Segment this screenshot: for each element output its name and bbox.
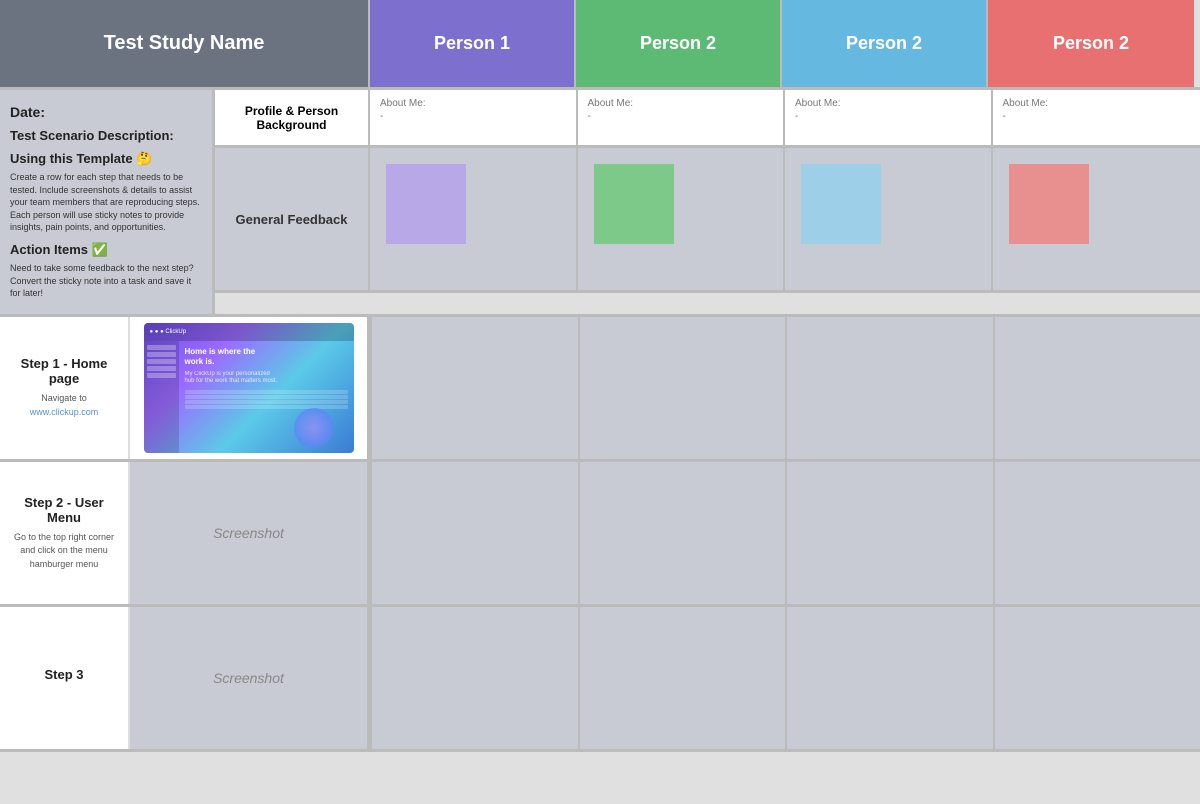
step2-p2c-col [993,462,1200,604]
header-row: Test Study Name Person 1 Person 2 Person… [0,0,1200,90]
step3-row: Step 3 Screenshot [0,607,1200,752]
using-label: Using this Template 🤔 [10,151,202,167]
step3-title: Step 3 [10,667,118,682]
step1-screenshot: ● ● ● ClickUp Home is where thework is. [130,317,367,459]
step2-p2a-col [578,462,786,604]
profile-cell-2: About Me: - [578,90,786,145]
step1-link[interactable]: www.clickup.com [30,407,99,417]
sticky-note-blue [801,164,881,244]
clickup-table [185,390,348,409]
sidebar-item-5 [147,373,176,378]
action-label: Action Items ✅ [10,242,202,258]
step1-p2a-col [578,317,786,459]
feedback-label: General Feedback [215,148,370,290]
step3-screenshot-label: Screenshot [213,670,284,686]
step3-p2c-col [993,607,1200,749]
step3-desc: Step 3 [0,607,130,749]
person2a-header: Person 2 [576,0,782,87]
profile-label: Profile & Person Background [215,90,370,145]
using-text: Create a row for each step that needs to… [10,171,202,234]
sticky-note-purple [386,164,466,244]
clickup-title: Home is where thework is. [185,347,348,368]
step1-p2c-col [993,317,1200,459]
sidebar-item-2 [147,352,176,357]
step2-instruction: Go to the top right corner and click on … [10,531,118,572]
scenario-label: Test Scenario Description: [10,128,202,143]
step1-p1-col [370,317,578,459]
sidebar-item-1 [147,345,176,350]
step2-left: Step 2 - User Menu Go to the top right c… [0,462,370,604]
step3-p2a-col [578,607,786,749]
step2-title: Step 2 - User Menu [10,495,118,525]
right-content: Profile & Person Background About Me: - … [215,90,1200,314]
sticky-note-red [1009,164,1089,244]
step1-title: Step 1 - Home page [10,356,118,386]
step2-screenshot: Screenshot [130,462,367,604]
person2b-header: Person 2 [782,0,988,87]
step1-instruction: Navigate to www.clickup.com [10,392,118,419]
feedback-cell-3 [785,148,993,290]
sticky-note-green [594,164,674,244]
step3-p2b-col [785,607,993,749]
step2-p2b-col [785,462,993,604]
step1-row: Step 1 - Home page Navigate to www.click… [0,317,1200,462]
sidebar-item-4 [147,366,176,371]
step1-p2b-col [785,317,993,459]
step3-p1-col [370,607,578,749]
step2-desc: Step 2 - User Menu Go to the top right c… [0,462,130,604]
profile-section: Profile & Person Background About Me: - … [215,90,1200,148]
profile-cell-3: About Me: - [785,90,993,145]
person1-header: Person 1 [370,0,576,87]
step2-p1-col [370,462,578,604]
clickup-subtitle: My ClickUp is your personalizedhub for t… [185,371,348,387]
info-left-panel: Date: Test Scenario Description: Using t… [0,90,215,314]
date-label: Date: [10,104,202,120]
step3-screenshot: Screenshot [130,607,367,749]
info-section: Date: Test Scenario Description: Using t… [0,90,1200,317]
step2-row: Step 2 - User Menu Go to the top right c… [0,462,1200,607]
study-name-header: Test Study Name [0,0,370,87]
feedback-section: General Feedback [215,148,1200,293]
step1-desc: Step 1 - Home page Navigate to www.click… [0,317,130,459]
page-layout: Test Study Name Person 1 Person 2 Person… [0,0,1200,752]
step2-screenshot-label: Screenshot [213,525,284,541]
action-text: Need to take some feedback to the next s… [10,262,202,300]
clickup-top-bar: ● ● ● ClickUp [144,323,354,341]
profile-cell-4: About Me: - [993,90,1200,145]
clickup-circle-decoration [294,408,334,448]
feedback-cell-1 [370,148,578,290]
person2c-header: Person 2 [988,0,1194,87]
sidebar-item-3 [147,359,176,364]
feedback-cell-4 [993,148,1200,290]
step3-left: Step 3 Screenshot [0,607,370,749]
clickup-screenshot-image: ● ● ● ClickUp Home is where thework is. [144,323,354,453]
step1-left: Step 1 - Home page Navigate to www.click… [0,317,370,459]
clickup-sidebar [144,341,179,453]
feedback-cell-2 [578,148,786,290]
profile-cell-1: About Me: - [370,90,578,145]
